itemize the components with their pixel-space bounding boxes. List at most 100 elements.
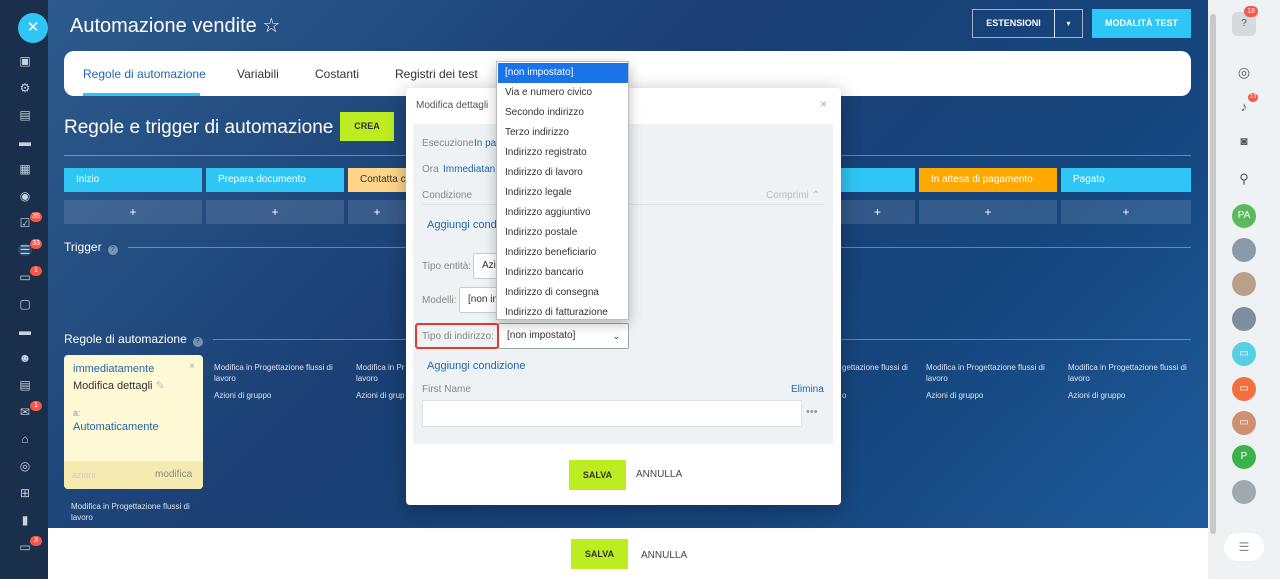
add-stage-button[interactable]: + xyxy=(1061,200,1191,224)
column-links: gettazione flussi di o xyxy=(842,362,914,401)
dropdown-option[interactable]: Indirizzo di lavoro xyxy=(498,163,628,183)
left-sidebar: ✕ ▣ ⚙ ▤ ▬ ▦ ◉ ☑ 35 ☰ 33 ▭ 1 ▢ ▬ ☻ ▤ ✉ 1 … xyxy=(0,0,48,579)
rule-card[interactable]: immediatamente × Modifica dettagli ✎ a: … xyxy=(64,355,203,489)
test-mode-button[interactable]: MODALITÀ TEST xyxy=(1092,9,1191,38)
help-icon: ? xyxy=(192,337,203,347)
target-icon[interactable]: ◉ xyxy=(18,190,32,202)
avatar[interactable]: P xyxy=(1232,445,1256,469)
cancel-button[interactable]: ANNULLA xyxy=(641,550,687,561)
group-actions-link[interactable]: Azioni di gruppo xyxy=(214,390,344,401)
tab-test-logs[interactable]: Registri dei test xyxy=(395,67,478,81)
add-stage-button[interactable]: + xyxy=(206,200,344,224)
close-icon[interactable]: × xyxy=(189,361,195,372)
add-stage-button[interactable]: + xyxy=(64,200,202,224)
create-button[interactable]: CREA xyxy=(340,112,394,141)
dropdown-option[interactable]: Indirizzo beneficiario xyxy=(498,243,628,263)
star-icon[interactable]: ☆ xyxy=(262,15,280,37)
dropdown-option[interactable]: [non impostato] xyxy=(498,63,628,83)
stage-contact[interactable]: Contatta c xyxy=(348,168,408,192)
avatar[interactable] xyxy=(1232,272,1256,296)
settings-icon[interactable]: ◎ xyxy=(18,460,32,472)
timeman-icon[interactable]: ◎ xyxy=(1232,60,1256,84)
file-icon[interactable]: ▤ xyxy=(18,379,32,391)
page-title: Automazione vendite ☆ xyxy=(70,15,281,37)
card-edit-link[interactable]: modifica xyxy=(155,469,192,480)
edit-designer-link[interactable]: Modifica in Progettazione flussi di lavo… xyxy=(926,362,1056,384)
add-condition-link[interactable]: Aggiungi cond xyxy=(427,219,497,231)
stage-hidden[interactable] xyxy=(840,168,915,192)
cancel-button[interactable]: ANNULLA xyxy=(636,469,682,480)
chevron-down-icon[interactable]: ▾ xyxy=(1054,9,1083,38)
extensions-button[interactable]: ESTENSIONI xyxy=(972,9,1055,38)
avatar[interactable] xyxy=(1232,238,1256,262)
collapse-link[interactable]: Comprimi ⌃ xyxy=(766,190,820,201)
stage-prepare[interactable]: Prepara documento xyxy=(206,168,344,192)
dropdown-option[interactable]: Indirizzo postale xyxy=(498,223,628,243)
bank-icon[interactable]: ⌂ xyxy=(18,433,32,445)
search-icon[interactable]: ⚲ xyxy=(1232,167,1256,191)
first-name-input[interactable] xyxy=(422,400,802,427)
dropdown-option[interactable]: Terzo indirizzo xyxy=(498,123,628,143)
scrollbar[interactable] xyxy=(1208,0,1218,579)
group-actions-link[interactable]: Azioni di gruppo xyxy=(926,390,1056,401)
chat-icon[interactable]: ◙ xyxy=(1232,129,1256,153)
tab-variables[interactable]: Variabili xyxy=(237,67,279,81)
drive-icon[interactable]: ▬ xyxy=(18,325,32,337)
dropdown-option[interactable]: Indirizzo registrato xyxy=(498,143,628,163)
contact-avatar[interactable]: ▭ xyxy=(1232,377,1256,401)
contact-avatar[interactable]: ▭ xyxy=(1232,411,1256,435)
add-stage-button[interactable]: + xyxy=(348,200,406,224)
edit-designer-link[interactable]: Modifica in Progettazione flussi di lavo… xyxy=(214,362,344,384)
edit-designer-link[interactable]: gettazione flussi di xyxy=(842,362,914,373)
add-stage-button[interactable]: + xyxy=(919,200,1057,224)
tab-rules[interactable]: Regole di automazione xyxy=(83,67,206,81)
chat-icon[interactable]: ▬ xyxy=(18,136,32,148)
time-value[interactable]: Immediatan xyxy=(443,164,495,175)
add-condition-link[interactable]: Aggiungi condizione xyxy=(427,360,525,372)
address-type-select[interactable]: [non impostato] ⌄ xyxy=(498,323,629,349)
close-icon[interactable]: × xyxy=(820,97,827,111)
home-icon[interactable]: ▣ xyxy=(18,55,32,67)
chart-icon[interactable]: ▮ xyxy=(18,514,32,526)
more-icon[interactable]: ••• xyxy=(806,406,818,418)
users-icon[interactable]: ☻ xyxy=(18,352,32,364)
card-edit-designer-link[interactable]: Modifica in Progettazione flussi di lavo… xyxy=(71,501,203,523)
tasks-icon[interactable]: ⚙ xyxy=(18,82,32,94)
edit-designer-link[interactable]: Modifica in Progettazione flussi di xyxy=(356,362,404,373)
dropdown-option[interactable]: Indirizzo di fatturazione xyxy=(498,303,628,323)
execution-value[interactable]: In pa xyxy=(474,138,496,149)
edit-designer-link[interactable]: Modifica in Progettazione flussi di lavo… xyxy=(1068,362,1193,384)
doc-icon[interactable]: ▢ xyxy=(18,298,32,310)
dropdown-option[interactable]: Indirizzo bancario xyxy=(498,263,628,283)
rule-timing[interactable]: immediatamente xyxy=(73,363,154,375)
cart-icon[interactable]: ⊞ xyxy=(18,487,32,499)
right-sidebar: ? 18 ◎ ♪ 13 ◙ ⚲ PA ▭ ▭ ▭ P ☰ xyxy=(1218,0,1280,579)
chat-avatar[interactable]: ▭ xyxy=(1232,342,1256,366)
stage-paid[interactable]: Pagato xyxy=(1061,168,1191,192)
dropdown-option[interactable]: Indirizzo di consegna xyxy=(498,283,628,303)
rule-responsible[interactable]: Automaticamente xyxy=(73,421,159,433)
feed-icon[interactable]: ▤ xyxy=(18,109,32,121)
stage-start[interactable]: Inizio xyxy=(64,168,202,192)
help-icon: ? xyxy=(107,245,118,255)
save-button[interactable]: SALVA xyxy=(569,460,626,490)
dropdown-option[interactable]: Indirizzo legale xyxy=(498,183,628,203)
dropdown-option[interactable]: Via e numero civico xyxy=(498,83,628,103)
dropdown-option[interactable]: Secondo indirizzo xyxy=(498,103,628,123)
tab-constants[interactable]: Costanti xyxy=(315,67,359,81)
avatar[interactable] xyxy=(1232,307,1256,331)
group-actions-link[interactable]: Azioni di grup xyxy=(356,390,404,401)
column-links: Modifica in Progettazione flussi di lavo… xyxy=(1068,362,1193,401)
group-actions-link[interactable]: Azioni di gruppo xyxy=(1068,390,1193,401)
avatar[interactable] xyxy=(1232,480,1256,504)
add-stage-button[interactable]: + xyxy=(840,200,915,224)
rules-section: Regole di automazione? xyxy=(64,332,203,347)
menu-icon[interactable]: ☰ xyxy=(1224,533,1264,561)
dropdown-option[interactable]: Indirizzo aggiuntivo xyxy=(498,203,628,223)
save-button[interactable]: SALVA xyxy=(571,539,628,569)
delete-link[interactable]: Elimina xyxy=(791,384,824,395)
avatar[interactable]: PA xyxy=(1232,204,1256,228)
close-icon[interactable]: ✕ xyxy=(18,13,48,43)
calendar-icon[interactable]: ▦ xyxy=(18,163,32,175)
stage-awaiting-payment[interactable]: In attesa di pagamento xyxy=(919,168,1057,192)
